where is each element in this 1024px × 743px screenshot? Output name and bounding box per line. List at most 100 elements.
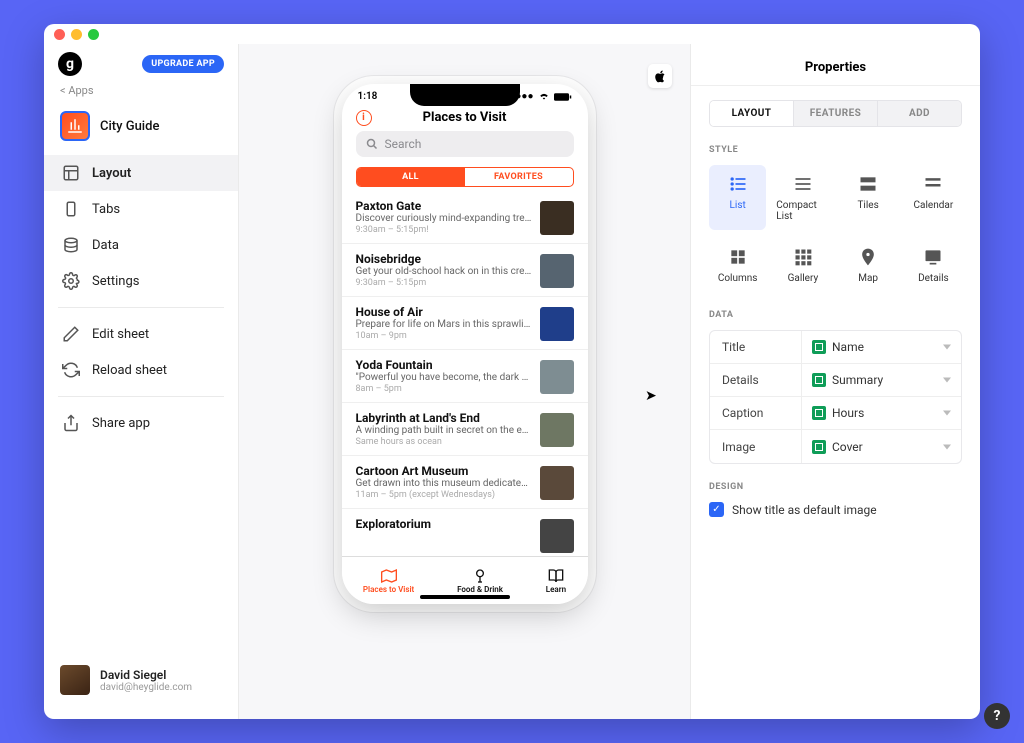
close-window-button[interactable] — [54, 29, 65, 40]
wifi-icon — [538, 92, 550, 102]
search-placeholder: Search — [385, 137, 422, 151]
style-option-compact-list[interactable]: Compact List — [774, 165, 831, 230]
data-row-caption[interactable]: Caption Hours — [710, 397, 961, 430]
nav-label: Reload sheet — [92, 363, 167, 378]
data-row-details[interactable]: Details Summary — [710, 364, 961, 397]
data-row-value-select[interactable]: Cover — [802, 440, 961, 454]
list-item-detail: Prepare for life on Mars in this sprawli… — [356, 319, 532, 330]
pencil-icon — [62, 325, 80, 343]
layout-icon — [62, 164, 80, 182]
tab-places[interactable]: Places to Visit — [363, 568, 414, 594]
nav-data[interactable]: Data — [44, 227, 238, 263]
style-label: Map — [858, 273, 878, 284]
user-email: david@heyglide.com — [100, 682, 192, 693]
minimize-window-button[interactable] — [71, 29, 82, 40]
upgrade-button[interactable]: UPGRADE APP — [142, 55, 224, 73]
style-option-columns[interactable]: Columns — [709, 238, 766, 292]
design-checkbox-row[interactable]: ✓ Show title as default image — [709, 502, 962, 517]
segment-favorites[interactable]: FAVORITES — [465, 168, 573, 186]
data-row-key: Details — [710, 364, 802, 396]
nav-tabs[interactable]: Tabs — [44, 191, 238, 227]
places-list[interactable]: Paxton Gate Discover curiously mind-expa… — [342, 191, 588, 556]
nav-label: Tabs — [92, 202, 120, 217]
panel-tab-layout[interactable]: LAYOUT — [710, 101, 794, 126]
list-item-title: Yoda Fountain — [356, 358, 532, 372]
style-icon — [726, 173, 750, 195]
list-item-title: Labyrinth at Land's End — [356, 411, 532, 425]
info-icon[interactable]: i — [356, 110, 372, 126]
list-item[interactable]: House of Air Prepare for life on Mars in… — [342, 297, 588, 350]
data-row-value-select[interactable]: Name — [802, 340, 961, 354]
nav-label: Settings — [92, 274, 139, 289]
search-input[interactable]: Search — [356, 131, 574, 157]
panel-tabs: LAYOUT FEATURES ADD — [709, 100, 962, 127]
segment-all[interactable]: ALL — [357, 168, 465, 186]
style-label: List — [730, 200, 746, 211]
phone-tabbar: Places to Visit Food & Drink Learn — [342, 556, 588, 604]
style-option-list[interactable]: List — [709, 165, 766, 230]
style-option-map[interactable]: Map — [840, 238, 897, 292]
style-icon — [856, 173, 880, 195]
list-item[interactable]: Paxton Gate Discover curiously mind-expa… — [342, 191, 588, 244]
list-item-detail: Discover curiously mind-expanding trea..… — [356, 213, 532, 224]
data-row-key: Caption — [710, 397, 802, 429]
sidebar-divider-2 — [58, 396, 224, 397]
data-row-value: Cover — [832, 440, 863, 454]
style-label: Calendar — [914, 200, 954, 211]
list-item-caption: 9:30am – 5:15pm — [356, 278, 532, 288]
user-block[interactable]: David Siegel david@heyglide.com — [44, 651, 238, 709]
list-item-detail: "Powerful you have become, the dark si..… — [356, 372, 532, 383]
data-row-title[interactable]: Title Name — [710, 331, 961, 364]
data-mapping-rows: Title NameDetails SummaryCaption HoursIm… — [709, 330, 962, 464]
style-label: Details — [918, 273, 949, 284]
data-row-key: Title — [710, 331, 802, 363]
data-row-value-select[interactable]: Summary — [802, 373, 961, 387]
list-item-caption: 10am – 9pm — [356, 331, 532, 341]
tab-food[interactable]: Food & Drink — [457, 568, 503, 594]
app-content: g UPGRADE APP < Apps City Guide Layout T… — [44, 44, 980, 719]
style-option-tiles[interactable]: Tiles — [840, 165, 897, 230]
data-row-key: Image — [710, 430, 802, 463]
screen-title: Places to Visit — [423, 110, 507, 125]
tab-label: Places to Visit — [363, 585, 414, 594]
back-to-apps-link[interactable]: < Apps — [44, 80, 238, 101]
nav-label: Share app — [92, 416, 150, 431]
list-item-detail: Get your old-school hack on in this crea… — [356, 266, 532, 277]
list-item-caption: 11am – 5pm (except Wednesdays) — [356, 490, 532, 500]
tab-learn[interactable]: Learn — [546, 568, 566, 594]
style-option-calendar[interactable]: Calendar — [905, 165, 962, 230]
sidebar-nav: Layout Tabs Data Settings — [44, 151, 238, 299]
section-design-heading: DESIGN — [709, 482, 962, 492]
list-item[interactable]: Labyrinth at Land's End A winding path b… — [342, 403, 588, 456]
reload-sheet-button[interactable]: Reload sheet — [44, 352, 238, 388]
data-row-image[interactable]: Image Cover — [710, 430, 961, 463]
nav-layout[interactable]: Layout — [44, 155, 238, 191]
sheets-icon — [812, 440, 826, 454]
list-item[interactable]: Cartoon Art Museum Get drawn into this m… — [342, 456, 588, 509]
nav-label: Layout — [92, 166, 131, 181]
list-item-detail: Get drawn into this museum dedicated t..… — [356, 478, 532, 489]
data-row-value: Summary — [832, 373, 883, 387]
maximize-window-button[interactable] — [88, 29, 99, 40]
share-app-button[interactable]: Share app — [44, 405, 238, 441]
current-app-row[interactable]: City Guide — [44, 101, 238, 151]
list-item-caption: 8am – 5pm — [356, 384, 532, 394]
list-item-detail: A winding path built in secret on the ed… — [356, 425, 532, 436]
nav-settings[interactable]: Settings — [44, 263, 238, 299]
list-item[interactable]: Yoda Fountain "Powerful you have become,… — [342, 350, 588, 403]
style-option-gallery[interactable]: Gallery — [774, 238, 831, 292]
edit-sheet-button[interactable]: Edit sheet — [44, 316, 238, 352]
panel-title: Properties — [691, 44, 980, 86]
data-row-value-select[interactable]: Hours — [802, 406, 961, 420]
panel-tab-add[interactable]: ADD — [878, 101, 961, 126]
phone-preview: 1:18 ●●● i Places to Visit — [342, 84, 588, 604]
list-item-thumbnail — [540, 201, 574, 235]
status-time: 1:18 — [358, 91, 378, 102]
list-item[interactable]: Noisebridge Get your old-school hack on … — [342, 244, 588, 297]
platform-apple-button[interactable] — [648, 64, 672, 88]
list-item[interactable]: Exploratorium — [342, 509, 588, 556]
settings-icon — [62, 272, 80, 290]
style-option-details[interactable]: Details — [905, 238, 962, 292]
app-icon — [60, 111, 90, 141]
panel-tab-features[interactable]: FEATURES — [794, 101, 878, 126]
